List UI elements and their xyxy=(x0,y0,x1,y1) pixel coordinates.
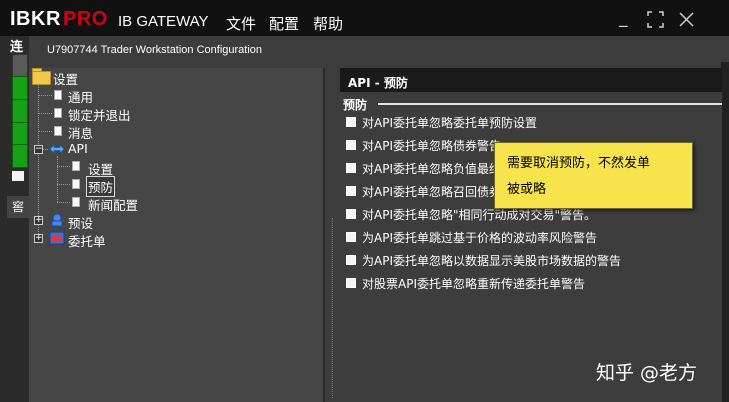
status-indicator-gray xyxy=(12,54,28,78)
checkbox[interactable] xyxy=(346,278,356,288)
ibkr-logo: IBKR xyxy=(10,8,61,30)
option-label: 对API委托单忽略债券警告 xyxy=(362,139,501,153)
tree-item-messages[interactable]: 消息 xyxy=(68,123,93,142)
option-label: 为API委托单跳过基于价格的波动率风险警告 xyxy=(362,231,597,245)
document-icon xyxy=(54,126,62,136)
folder-icon xyxy=(29,68,53,85)
checkbox[interactable] xyxy=(346,232,356,242)
document-icon xyxy=(54,90,62,100)
checkbox[interactable] xyxy=(346,163,356,173)
strip-tab[interactable]: 窖 xyxy=(7,196,29,218)
presets-icon xyxy=(51,213,63,227)
status-indicator-green xyxy=(12,76,28,100)
minimize-icon[interactable]: _ xyxy=(619,8,628,28)
document-icon xyxy=(72,161,80,171)
status-indicator-green xyxy=(12,99,28,123)
expand-icon[interactable]: + xyxy=(34,216,43,225)
checkbox[interactable] xyxy=(346,117,356,127)
document-icon xyxy=(72,179,80,189)
app-name: IB GATEWAY xyxy=(118,13,209,30)
status-indicator-green xyxy=(12,144,28,168)
panel-header: API - 预防 xyxy=(340,68,722,92)
close-icon[interactable] xyxy=(678,11,695,33)
api-arrows-icon xyxy=(49,144,65,154)
strip-top-label: 连 xyxy=(10,40,24,55)
checkbox[interactable] xyxy=(346,255,356,265)
option-label: 对股票API委托单忽略重新传递委托单警告 xyxy=(362,277,585,291)
tree-item-orders[interactable]: 委托单 xyxy=(68,231,106,250)
watermark: 知乎 @老方 xyxy=(596,362,698,384)
document-icon xyxy=(54,108,62,118)
scrollbar[interactable] xyxy=(721,62,729,402)
annotation-callout: 需要取消预防，不然发单 被或略 xyxy=(494,142,693,209)
pro-logo: PRO xyxy=(63,8,108,30)
panel-title: API - 预防 xyxy=(348,76,408,90)
orders-icon xyxy=(49,231,65,245)
document-icon xyxy=(72,197,80,207)
option-label: 为API委托单忽略以数据显示美股市场数据的警告 xyxy=(362,254,621,268)
tree-item-general[interactable]: 通用 xyxy=(68,87,93,106)
strip-white-box xyxy=(12,171,24,181)
collapse-icon[interactable]: − xyxy=(34,145,43,154)
checkbox[interactable] xyxy=(346,209,356,219)
menu-config[interactable]: 配置 xyxy=(269,13,299,34)
callout-line-2: 被或略 xyxy=(507,182,547,197)
menu-file[interactable]: 文件 xyxy=(226,13,256,34)
option-label: 对API委托单忽略负值最终 xyxy=(362,162,501,176)
checkbox[interactable] xyxy=(346,186,356,196)
menu-help[interactable]: 帮助 xyxy=(313,13,343,34)
tree-item-lock-exit[interactable]: 锁定并退出 xyxy=(68,105,131,124)
title-bar: IBKR PRO IB GATEWAY 文件 配置 帮助 _ xyxy=(0,0,729,36)
expand-icon[interactable]: + xyxy=(34,234,43,243)
config-window-title: U7907744 Trader Workstation Configuratio… xyxy=(47,44,263,56)
pane-divider[interactable] xyxy=(323,68,325,402)
callout-line-1: 需要取消预防，不然发单 xyxy=(507,156,651,171)
splitter-dots xyxy=(332,218,333,398)
settings-tree: 设置 通用 锁定并退出 消息 − API 设置 预防 新闻配置 + 预设 + 委… xyxy=(29,68,323,402)
settings-panel: API - 预防 预防 对API委托单忽略委托单预防设置 对API委托单忽略债券… xyxy=(340,68,722,402)
status-indicator-green xyxy=(12,122,28,146)
tree-item-api-precautions[interactable]: 预防 xyxy=(86,176,116,197)
checkbox[interactable] xyxy=(346,140,356,150)
group-title: 预防 xyxy=(343,98,368,112)
tree-root-settings[interactable]: 设置 xyxy=(53,69,78,88)
tree-item-news-config[interactable]: 新闻配置 xyxy=(88,195,138,214)
tree-item-api[interactable]: API xyxy=(68,141,88,156)
tree-item-presets[interactable]: 预设 xyxy=(68,213,93,232)
left-strip: 连 窖 xyxy=(0,36,29,402)
option-label: 对API委托单忽略委托单预防设置 xyxy=(362,116,537,130)
option-label: 对API委托单忽略召回债券 xyxy=(362,185,501,199)
group-divider xyxy=(378,103,722,105)
maximize-icon[interactable] xyxy=(647,11,664,33)
